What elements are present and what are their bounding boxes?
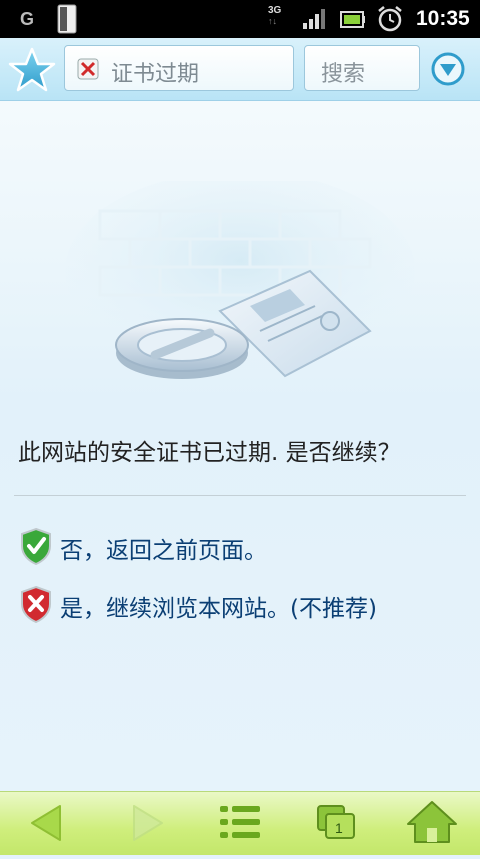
error-page: 此网站的安全证书已过期. 是否继续？ 否，返回之前页面。 是，继续浏览本网站。(… xyxy=(0,101,480,791)
network-type-label: 3G xyxy=(268,5,282,16)
favorites-star-icon[interactable] xyxy=(6,46,58,98)
carrier-indicator: G xyxy=(20,9,35,29)
certificate-warning-question: 此网站的安全证书已过期. 是否继续？ xyxy=(18,440,401,466)
sim-card-icon xyxy=(56,4,78,38)
status-bar: G 3G ↑↓ 10:35 xyxy=(0,0,480,38)
clock: 10:35 xyxy=(416,7,470,30)
alarm-icon xyxy=(376,5,404,37)
forward-icon xyxy=(118,805,178,859)
url-text: 证书过期 xyxy=(111,62,200,87)
dropdown-menu-icon[interactable] xyxy=(430,51,466,91)
green-check-shield-icon xyxy=(20,527,52,569)
search-input[interactable]: 搜索 xyxy=(304,45,420,91)
url-bar[interactable]: 证书过期 xyxy=(64,45,294,91)
option-go-back-label: 否，返回之前页面。 xyxy=(60,538,267,564)
back-icon xyxy=(20,805,80,859)
home-icon xyxy=(402,801,462,859)
search-placeholder: 搜索 xyxy=(321,62,366,87)
back-button[interactable] xyxy=(20,792,80,855)
tab-count-badge: 1 xyxy=(335,820,343,836)
red-x-shield-icon xyxy=(20,585,52,627)
certificate-error-icon xyxy=(77,58,99,84)
menu-list-icon xyxy=(210,806,270,859)
tabs-button[interactable]: 1 xyxy=(308,792,368,855)
battery-icon xyxy=(340,8,366,34)
home-button[interactable] xyxy=(402,792,462,855)
certificate-illustration-icon xyxy=(60,171,420,415)
network-type-indicator: 3G ↑↓ xyxy=(268,5,282,27)
bottom-navigation-bar: 1 xyxy=(0,791,480,855)
divider xyxy=(14,495,466,496)
menu-button[interactable] xyxy=(210,792,270,855)
signal-icon xyxy=(302,8,326,34)
option-continue-label: 是，继续浏览本网站。(不推荐) xyxy=(60,596,377,622)
browser-toolbar: 证书过期 搜索 xyxy=(0,38,480,101)
forward-button[interactable] xyxy=(118,792,178,855)
